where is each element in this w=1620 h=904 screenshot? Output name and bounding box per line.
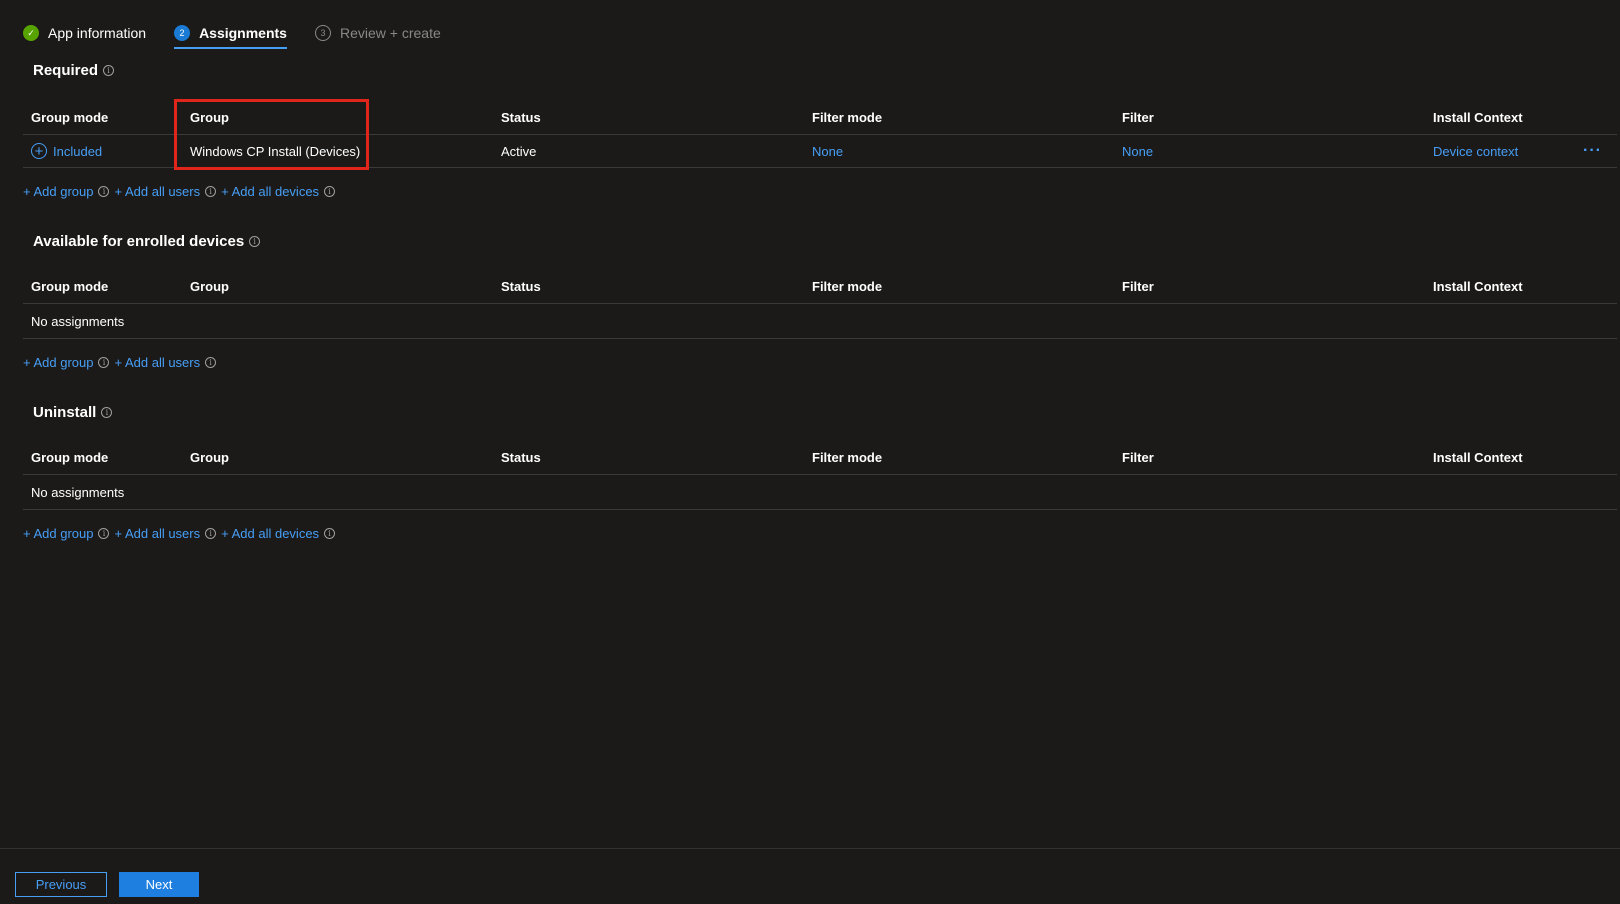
section-title-text: Required — [33, 62, 99, 79]
section-title: Uninstall i — [33, 404, 113, 421]
section-title-text: Uninstall — [33, 404, 97, 421]
info-icon[interactable]: i — [98, 528, 110, 539]
table-row: + Included Windows CP Install (Devices) … — [23, 135, 1617, 168]
status-cell: Active — [501, 143, 537, 159]
add-all-users-link[interactable]: + Add all users — [114, 355, 200, 370]
add-group-link[interactable]: + Add group — [23, 526, 93, 541]
col-install-context[interactable]: Install Context — [1433, 269, 1523, 303]
wizard-footer: Previous Next — [0, 848, 1620, 904]
info-icon[interactable]: i — [205, 186, 217, 197]
col-status[interactable]: Status — [501, 440, 541, 474]
col-group-mode[interactable]: Group mode — [31, 100, 108, 134]
info-icon[interactable]: i — [324, 186, 336, 197]
wizard-tabs: ✓ App information 2 Assignments 3 Review… — [23, 18, 441, 50]
add-all-users-link[interactable]: + Add all users — [114, 526, 200, 541]
tab-label: Assignments — [199, 25, 287, 41]
add-all-devices-link[interactable]: + Add all devices — [221, 526, 319, 541]
add-all-users-link[interactable]: + Add all users — [114, 184, 200, 199]
tab-app-information[interactable]: ✓ App information — [23, 18, 146, 48]
info-icon[interactable]: i — [98, 357, 110, 368]
section-title-text: Available for enrolled devices — [33, 233, 245, 250]
tab-review-create[interactable]: 3 Review + create — [314, 18, 441, 48]
table-header: Group mode Group Status Filter mode Filt… — [23, 100, 1617, 135]
info-icon[interactable]: i — [205, 357, 217, 368]
info-icon[interactable]: i — [98, 186, 110, 197]
info-icon[interactable]: i — [101, 407, 113, 418]
more-options-icon[interactable]: ··· — [1583, 135, 1602, 167]
filter-mode-link[interactable]: None — [812, 135, 843, 167]
col-group-mode[interactable]: Group mode — [31, 440, 108, 474]
info-icon[interactable]: i — [205, 528, 217, 539]
col-filter[interactable]: Filter — [1122, 269, 1154, 303]
checkmark-icon: ✓ — [23, 25, 39, 41]
empty-message: No assignments — [31, 484, 125, 500]
install-context-link[interactable]: Device context — [1433, 135, 1518, 167]
filter-link[interactable]: None — [1122, 135, 1153, 167]
group-cell: Windows CP Install (Devices) — [190, 143, 361, 159]
col-status[interactable]: Status — [501, 269, 541, 303]
col-filter[interactable]: Filter — [1122, 100, 1154, 134]
previous-button[interactable]: Previous — [15, 872, 107, 897]
col-filter-mode[interactable]: Filter mode — [812, 100, 882, 134]
add-group-link[interactable]: + Add group — [23, 355, 93, 370]
col-filter-mode[interactable]: Filter mode — [812, 440, 882, 474]
section-title: Available for enrolled devices i — [33, 233, 261, 250]
step-number-icon: 2 — [174, 25, 191, 41]
section-title: Required i — [33, 62, 115, 79]
col-group[interactable]: Group — [190, 440, 229, 474]
col-status[interactable]: Status — [501, 100, 541, 134]
col-filter[interactable]: Filter — [1122, 440, 1154, 474]
tab-label: Review + create — [339, 25, 441, 41]
info-icon[interactable]: i — [324, 528, 336, 539]
col-group[interactable]: Group — [190, 269, 229, 303]
col-group-mode[interactable]: Group mode — [31, 269, 108, 303]
add-links: + Add group i + Add all users i + Add al… — [23, 184, 340, 199]
tab-assignments[interactable]: 2 Assignments — [174, 18, 287, 49]
add-group-link[interactable]: + Add group — [23, 184, 93, 199]
col-install-context[interactable]: Install Context — [1433, 440, 1523, 474]
tab-label: App information — [48, 25, 147, 41]
next-button[interactable]: Next — [119, 872, 199, 897]
table-header: Group mode Group Status Filter mode Filt… — [23, 269, 1617, 304]
info-icon[interactable]: i — [103, 65, 115, 76]
table-row: No assignments — [23, 475, 1617, 510]
group-mode-cell[interactable]: + Included — [31, 135, 102, 167]
info-icon[interactable]: i — [249, 236, 261, 247]
group-mode-link[interactable]: Included — [53, 144, 102, 159]
col-install-context[interactable]: Install Context — [1433, 100, 1523, 134]
add-all-devices-link[interactable]: + Add all devices — [221, 184, 319, 199]
col-filter-mode[interactable]: Filter mode — [812, 269, 882, 303]
table-header: Group mode Group Status Filter mode Filt… — [23, 440, 1617, 475]
col-group[interactable]: Group — [190, 100, 229, 134]
add-links: + Add group i + Add all users i — [23, 355, 221, 370]
step-number-icon: 3 — [314, 25, 331, 41]
empty-message: No assignments — [31, 313, 125, 329]
add-links: + Add group i + Add all users i + Add al… — [23, 526, 340, 541]
table-row: No assignments — [23, 304, 1617, 339]
add-circle-icon: + — [31, 143, 47, 159]
